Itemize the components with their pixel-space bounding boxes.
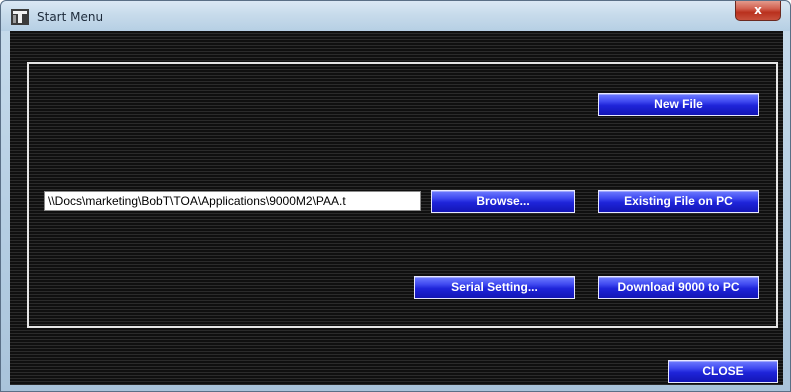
existing-file-button[interactable]: Existing File on PC (598, 190, 759, 213)
serial-setting-button[interactable]: Serial Setting... (414, 276, 575, 299)
download-button[interactable]: Download 9000 to PC (598, 276, 759, 299)
client-area: New File \\Docs\marketing\BobT\TOA\Appli… (10, 31, 783, 385)
start-menu-window: Start Menu x New File \\Docs\marketing\B… (0, 0, 791, 392)
title-bar[interactable]: Start Menu x (1, 1, 790, 31)
window-title: Start Menu (37, 10, 104, 24)
new-file-button[interactable]: New File (598, 93, 759, 116)
close-icon[interactable]: x (735, 1, 781, 21)
close-button[interactable]: CLOSE (668, 360, 778, 383)
file-path-field[interactable]: \\Docs\marketing\BobT\TOA\Applications\9… (44, 191, 421, 211)
browse-button[interactable]: Browse... (431, 190, 575, 213)
app-icon (11, 9, 29, 25)
